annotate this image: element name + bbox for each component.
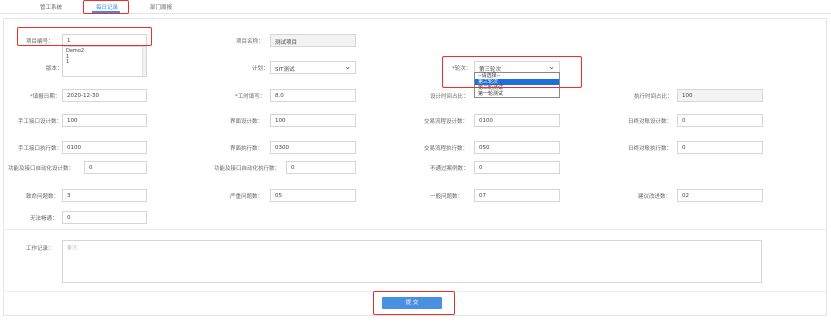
manual-if-exec-label: 手工接口执行数： bbox=[18, 146, 63, 152]
tab-daily-record[interactable]: 每日记录 bbox=[96, 3, 118, 11]
txn-flow-exec-input[interactable]: 050 bbox=[474, 141, 560, 154]
daily-record-form: 项目编号： 1 项目名称： 测试项目 版本： Demo2 1 1 计划： SIT… bbox=[3, 18, 827, 316]
fatal-issues-label: 致命问题数： bbox=[26, 194, 60, 200]
manual-if-design-label: 手工接口设计数： bbox=[18, 119, 63, 125]
fatal-issues-input[interactable]: 3 bbox=[62, 189, 147, 202]
severe-issues-input[interactable]: 05 bbox=[270, 189, 356, 202]
manual-if-exec-input[interactable]: 0100 bbox=[62, 141, 147, 154]
version-listbox[interactable]: Demo2 1 1 bbox=[62, 46, 147, 77]
daily-reconcile-exec-label: 日终对账执行数： bbox=[628, 146, 673, 152]
work-log-textarea[interactable]: 备注 bbox=[62, 240, 762, 283]
txn-flow-exec-label: 交易流程执行数： bbox=[424, 146, 469, 152]
auto-design-label: 功能及接口自动化设计数： bbox=[8, 166, 75, 172]
active-tab-indicator bbox=[92, 11, 120, 13]
submit-button[interactable]: 提 交 bbox=[382, 297, 442, 309]
ui-design-input[interactable]: 100 bbox=[270, 114, 356, 127]
fill-date-input[interactable]: 2020-12-30 bbox=[62, 89, 147, 102]
project-name-label: 项目名称： bbox=[236, 39, 264, 45]
plan-label: 计划： bbox=[252, 66, 269, 72]
auto-exec-label: 功能及接口自动化执行数： bbox=[214, 166, 281, 172]
fail-cases-label: 不通过案例数： bbox=[430, 166, 469, 172]
suggestions-input[interactable]: 02 bbox=[677, 189, 763, 202]
version-scrollbar[interactable] bbox=[142, 47, 146, 76]
normal-issues-label: 一般问题数： bbox=[430, 194, 464, 200]
severe-issues-label: 严重问题数： bbox=[230, 194, 264, 200]
suggestions-label: 建议改进数： bbox=[638, 194, 672, 200]
tab-management-system[interactable]: 管工系统 bbox=[40, 3, 62, 11]
daily-reconcile-design-label: 日终对账设计数： bbox=[628, 119, 673, 125]
daily-reconcile-design-input[interactable]: 0 bbox=[677, 114, 763, 127]
auto-design-input[interactable]: 0 bbox=[84, 161, 147, 174]
ui-exec-label: 界面执行数： bbox=[230, 146, 264, 152]
round-label: *轮次： bbox=[452, 66, 472, 72]
txn-flow-design-label: 交易流程设计数： bbox=[424, 119, 469, 125]
blocked-input[interactable]: 0 bbox=[62, 211, 147, 224]
project-code-label: 项目编号： bbox=[26, 39, 54, 45]
version-label: 版本： bbox=[46, 66, 63, 72]
fill-date-label: *填报日期： bbox=[30, 94, 61, 100]
exec-ratio-input[interactable]: 100 bbox=[677, 89, 763, 102]
fail-cases-input[interactable]: 0 bbox=[474, 161, 560, 174]
hours-label: *工时填写： bbox=[235, 94, 266, 100]
work-log-label: 工作记录： bbox=[26, 246, 54, 252]
exec-ratio-label: 执行时间占比： bbox=[634, 94, 673, 100]
round-option[interactable]: 第一轮测试 bbox=[475, 91, 559, 97]
section-divider bbox=[4, 229, 826, 230]
project-name-input[interactable]: 测试项目 bbox=[270, 34, 356, 47]
version-option[interactable]: 1 bbox=[66, 59, 143, 66]
ui-exec-input[interactable]: 0300 bbox=[270, 141, 356, 154]
tab-bar: 管工系统 每日记录 部门周报 bbox=[0, 0, 831, 14]
daily-reconcile-exec-input[interactable]: 0 bbox=[677, 141, 763, 154]
manual-if-design-input[interactable]: 100 bbox=[62, 114, 147, 127]
plan-select[interactable]: SIT测试 bbox=[270, 61, 356, 74]
normal-issues-input[interactable]: 07 bbox=[474, 189, 560, 202]
ui-design-label: 界面设计数： bbox=[230, 119, 264, 125]
design-ratio-label: 设计时间占比： bbox=[430, 94, 469, 100]
round-dropdown: --请选择-- 第三轮次 第二轮测试 第一轮测试 bbox=[474, 72, 560, 98]
auto-exec-input[interactable]: 0 bbox=[286, 161, 356, 174]
txn-flow-design-input[interactable]: 0100 bbox=[474, 114, 560, 127]
section-divider bbox=[4, 291, 826, 292]
tab-department-weekly[interactable]: 部门周报 bbox=[150, 3, 172, 11]
blocked-label: 无法畅通： bbox=[30, 216, 58, 222]
hours-input[interactable]: 8.0 bbox=[270, 89, 356, 102]
